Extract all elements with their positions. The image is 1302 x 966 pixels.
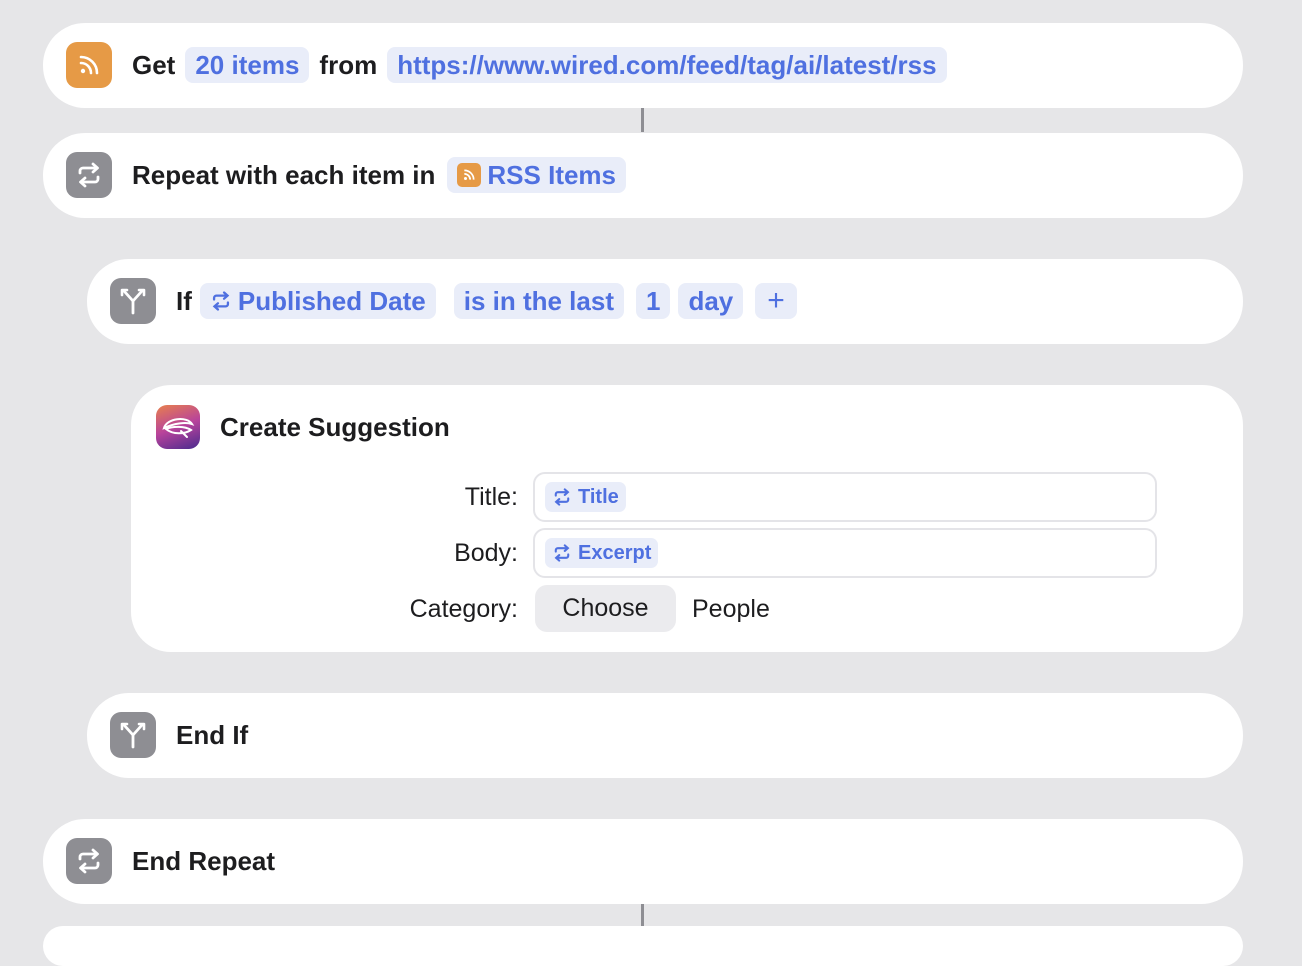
rss-icon — [457, 163, 482, 187]
get-label: Get — [132, 49, 176, 80]
category-value: People — [692, 595, 770, 623]
body-field-label: Body: — [454, 539, 518, 567]
category-field-label: Category: — [409, 595, 518, 623]
create-suggestion-header: Create Suggestion — [156, 405, 450, 449]
branch-icon — [110, 712, 156, 758]
end-if-label: End If — [176, 719, 249, 750]
rss-icon — [66, 42, 112, 88]
rss-items-label: RSS Items — [487, 159, 617, 190]
unit-param[interactable]: day — [678, 283, 744, 319]
if-row: If Published Date is in the last 1 day + — [110, 278, 797, 324]
branch-icon — [110, 278, 156, 324]
title-field-label: Title: — [464, 483, 518, 511]
repeat-icon — [552, 544, 572, 562]
repeat-icon — [210, 291, 232, 311]
repeat-icon — [66, 152, 112, 198]
repeat-icon — [66, 838, 112, 884]
condition-param[interactable]: is in the last — [453, 283, 624, 319]
action-title: Create Suggestion — [220, 411, 450, 442]
next-action-card[interactable] — [43, 926, 1243, 966]
title-field[interactable]: Title — [533, 472, 1157, 522]
body-field[interactable]: Excerpt — [533, 528, 1157, 578]
title-variable-label: Title — [578, 485, 619, 508]
choose-category-button[interactable]: Choose — [535, 585, 676, 632]
repeat-row: Repeat with each item in RSS Items — [66, 152, 627, 198]
end-if-card[interactable] — [87, 693, 1243, 778]
app-icon — [156, 405, 200, 449]
excerpt-variable[interactable]: Excerpt — [545, 538, 659, 568]
item-count-param[interactable]: 20 items — [185, 47, 310, 83]
published-date-label: Published Date — [237, 285, 426, 316]
add-condition-button[interactable]: + — [755, 283, 797, 319]
get-rss-row: Get 20 items from https://www.wired.com/… — [66, 42, 947, 88]
if-label: If — [176, 285, 192, 316]
repeat-icon — [552, 488, 572, 506]
published-date-variable[interactable]: Published Date — [199, 283, 436, 319]
rss-items-variable[interactable]: RSS Items — [447, 157, 627, 193]
rss-url-param[interactable]: https://www.wired.com/feed/tag/ai/latest… — [387, 47, 947, 83]
end-repeat-row: End Repeat — [66, 838, 275, 884]
amount-param[interactable]: 1 — [635, 283, 671, 319]
end-repeat-label: End Repeat — [132, 845, 276, 876]
from-label: from — [319, 49, 378, 80]
excerpt-variable-label: Excerpt — [578, 541, 652, 564]
title-variable[interactable]: Title — [545, 482, 626, 512]
connector-line — [641, 108, 644, 132]
end-if-row: End If — [110, 712, 248, 758]
repeat-label: Repeat with each item in — [132, 159, 436, 190]
